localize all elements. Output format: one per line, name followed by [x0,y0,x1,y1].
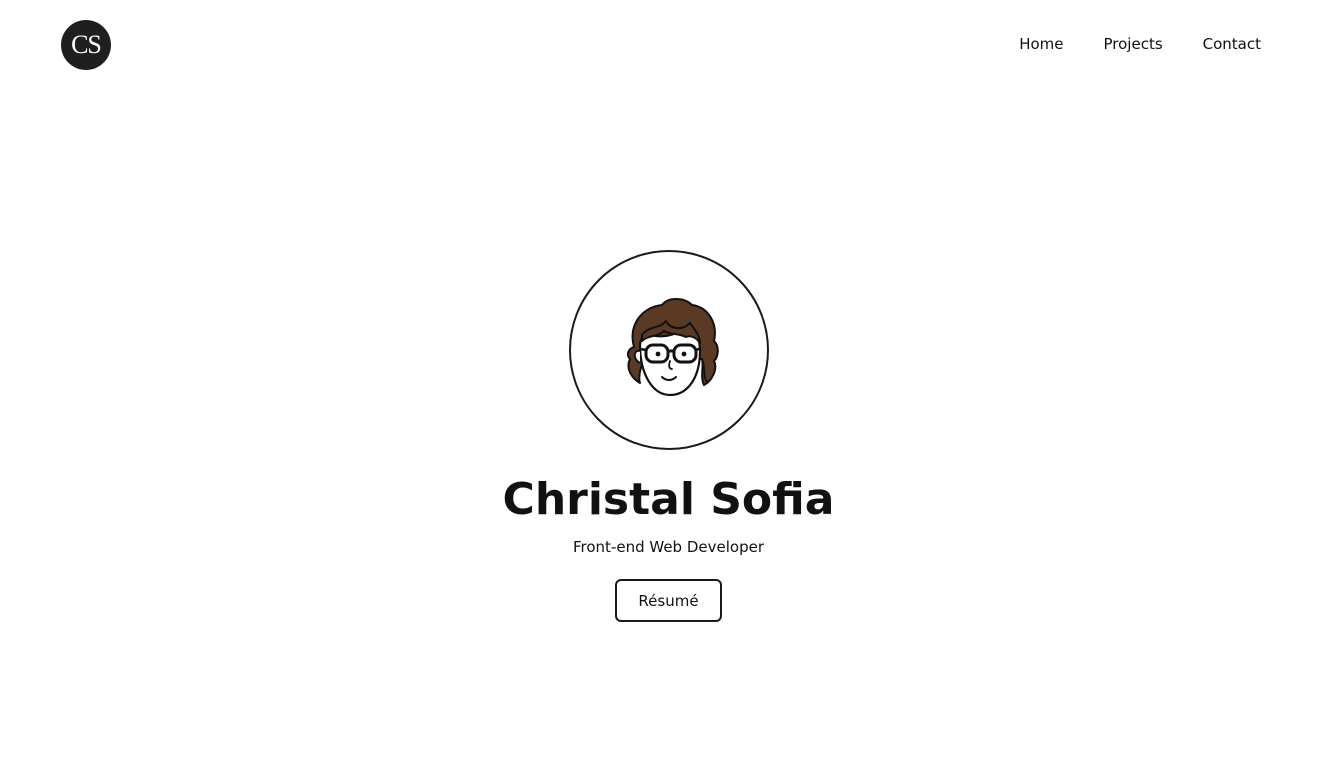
resume-button-label: Résumé [638,591,699,610]
resume-button[interactable]: Résumé [615,579,722,622]
logo-initials: CS [71,30,102,59]
hero-name: Christal Sofia [502,474,835,525]
cartoon-portrait-icon [626,298,719,397]
main-nav: Home Projects Contact [1019,33,1261,55]
hero-role: Front-end Web Developer [573,538,764,556]
avatar [568,250,769,450]
hero-section: Christal Sofia Front-end Web Developer R… [0,250,1337,622]
page: CS Home Projects Contact Christal Sofia … [0,0,1337,779]
logo-home-link[interactable]: CS [61,20,111,70]
site-header: CS Home Projects Contact [0,0,1337,90]
nav-link-contact[interactable]: Contact [1203,33,1261,55]
nav-link-projects[interactable]: Projects [1104,33,1163,55]
nav-link-home[interactable]: Home [1019,33,1063,55]
